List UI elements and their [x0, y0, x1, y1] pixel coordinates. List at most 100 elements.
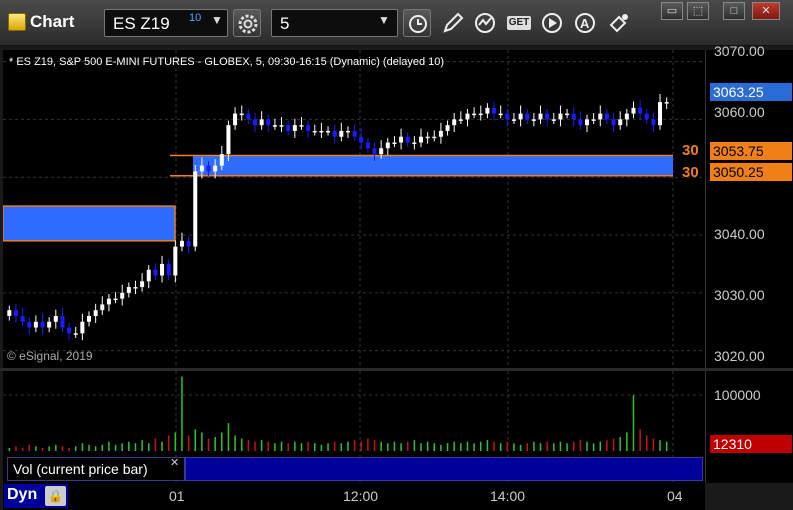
- play-icon[interactable]: [540, 11, 566, 35]
- copyright-text: © eSignal, 2019: [7, 349, 93, 363]
- chevron-down-icon[interactable]: ▼: [378, 13, 390, 27]
- study-icon[interactable]: [473, 11, 499, 35]
- candle-body: [465, 113, 470, 120]
- pencil-icon[interactable]: [440, 11, 466, 35]
- candle-body: [565, 113, 570, 116]
- candle-body: [545, 113, 550, 120]
- candle-body: [326, 130, 331, 133]
- candle-body: [332, 130, 337, 137]
- close-icon[interactable]: ✕: [752, 2, 780, 20]
- candle-body: [611, 119, 616, 126]
- candle-body: [67, 327, 72, 334]
- candle-body: [598, 113, 603, 120]
- price-axis-label: 3020.00: [714, 348, 765, 364]
- candle-body: [113, 298, 118, 301]
- candle-body: [505, 113, 510, 120]
- candle-body: [365, 142, 370, 149]
- symbol-value: ES Z19: [113, 14, 170, 33]
- dynamic-mode-label: Dyn: [7, 486, 38, 503]
- current-price-tag: 3063.25: [710, 83, 792, 101]
- candle-body: [352, 130, 357, 137]
- volume-axis[interactable]: 100000 12310: [705, 371, 793, 483]
- clock-button[interactable]: [403, 9, 431, 37]
- candle-body: [286, 125, 291, 131]
- level-lower-label: 30: [682, 164, 699, 181]
- candle-body: [412, 142, 417, 145]
- candle-body: [345, 130, 350, 133]
- candle-body: [618, 119, 623, 126]
- toolbar: Chart ES Z19 10 ▼ 5 ▼ GET A ▭ ⬚ □ ✕: [0, 0, 793, 46]
- range-zone: [193, 155, 673, 176]
- alert-icon[interactable]: A: [573, 11, 599, 35]
- interval-input[interactable]: 5 ▼: [271, 9, 398, 37]
- study-label[interactable]: Vol (current price bar): [7, 457, 185, 481]
- candle-body: [399, 136, 404, 143]
- study-bar: [185, 457, 703, 481]
- price-axis-label: 3030.00: [714, 287, 765, 303]
- candle-body: [126, 287, 131, 293]
- candle-body: [120, 292, 125, 299]
- restore-icon[interactable]: ▭: [661, 2, 683, 20]
- candle-body: [472, 113, 477, 116]
- candle-body: [379, 148, 384, 155]
- candle-body: [372, 148, 377, 155]
- candle-body: [292, 125, 297, 131]
- candle-body: [458, 119, 463, 121]
- volume-axis-label: 100000: [714, 387, 761, 403]
- candle-body: [591, 119, 596, 121]
- candle-body: [239, 113, 244, 116]
- lock-icon[interactable]: 🔒: [45, 486, 66, 506]
- price-axis-label: 3070.00: [714, 43, 765, 59]
- link-icon[interactable]: [605, 11, 631, 35]
- candle-body: [452, 119, 457, 126]
- maximize-icon[interactable]: □: [723, 2, 745, 20]
- candle-body: [306, 125, 311, 131]
- gear-icon: [238, 14, 258, 34]
- candle-body: [631, 107, 636, 114]
- candle-body: [140, 281, 145, 288]
- candle-body: [511, 119, 516, 121]
- candle-body: [604, 113, 609, 120]
- candle-body: [166, 263, 171, 276]
- symbol-input[interactable]: ES Z19 10 ▼: [104, 9, 228, 37]
- settings-button[interactable]: [233, 9, 261, 37]
- dock-icon[interactable]: ⬚: [687, 2, 709, 20]
- candle-body: [153, 269, 158, 276]
- candle-body: [7, 310, 12, 316]
- price-axis-label: 3040.00: [714, 226, 765, 242]
- candle-body: [359, 136, 364, 143]
- candle-body: [179, 240, 184, 247]
- time-label: 12:00: [343, 488, 379, 504]
- candle-body: [186, 240, 191, 247]
- chart-app-icon: [8, 13, 26, 31]
- dynamic-mode-button[interactable]: Dyn 🔒: [4, 484, 68, 508]
- candle-body: [266, 119, 271, 126]
- candle-body: [160, 263, 165, 276]
- candle-body: [518, 113, 523, 120]
- candle-body: [219, 154, 224, 166]
- candle-body: [206, 165, 211, 172]
- candle-body: [578, 119, 583, 126]
- candle-body: [213, 165, 218, 172]
- price-axis-label: 3060.00: [714, 104, 765, 120]
- candle-body: [106, 298, 111, 305]
- volume-pane[interactable]: Vol (current price bar) ✕: [3, 371, 705, 483]
- close-icon[interactable]: ✕: [170, 456, 179, 469]
- candle-body: [339, 130, 344, 137]
- candle-body: [319, 130, 324, 133]
- candle-body: [312, 130, 317, 133]
- candle-body: [438, 130, 443, 137]
- price-axis[interactable]: 3070.00 3063.25 3060.00 3053.75 3050.25 …: [705, 43, 793, 368]
- candle-body: [485, 107, 490, 114]
- time-label: 14:00: [490, 488, 526, 504]
- time-axis[interactable]: Dyn 🔒 01 12:00 14:00 04: [3, 483, 705, 510]
- candle-body: [53, 315, 58, 322]
- candle-body: [558, 113, 563, 120]
- window-title: Chart: [30, 12, 75, 31]
- get-data-icon[interactable]: GET: [507, 16, 531, 30]
- chart-title: * ES Z19, S&P 500 E-MINI FUTURES - GLOBE…: [9, 56, 445, 68]
- candle-body: [40, 321, 45, 328]
- chevron-down-icon[interactable]: ▼: [211, 13, 223, 27]
- price-pane[interactable]: * ES Z19, S&P 500 E-MINI FUTURES - GLOBE…: [3, 50, 705, 368]
- candle-body: [93, 310, 98, 316]
